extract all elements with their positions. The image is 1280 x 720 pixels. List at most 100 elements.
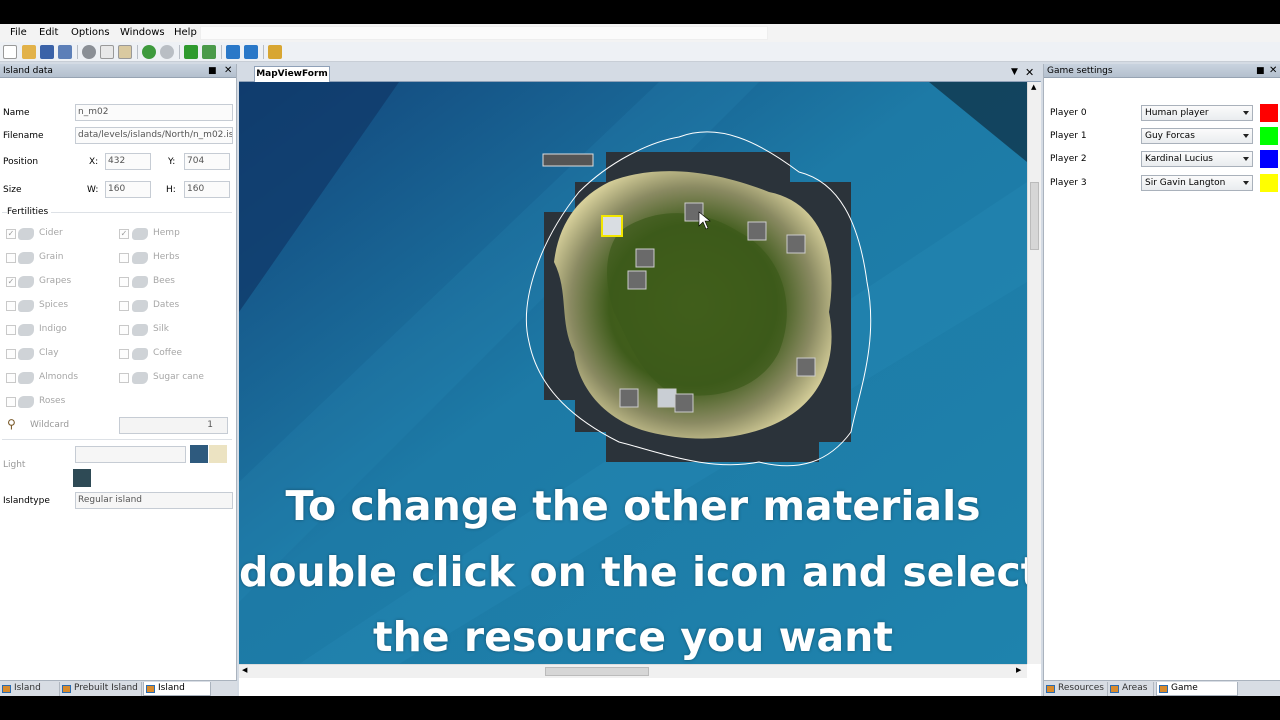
refresh-icon[interactable]	[226, 45, 240, 59]
spices-checkbox[interactable]	[6, 301, 16, 311]
resource-legend-icon[interactable]	[542, 153, 594, 167]
overlay-line-3: the resource you want	[373, 613, 893, 661]
redo-icon[interactable]	[160, 45, 174, 59]
undo-icon[interactable]	[142, 45, 156, 59]
vertical-scroll-thumb[interactable]	[1030, 182, 1039, 250]
dates-checkbox[interactable]	[119, 301, 129, 311]
tab-resources[interactable]: Resources	[1044, 682, 1108, 696]
vertical-scrollbar[interactable]: ▲	[1027, 82, 1041, 664]
close-document-icon[interactable]: ✕	[1025, 66, 1034, 79]
player-1-select[interactable]: Guy Forcas	[1141, 128, 1253, 144]
scroll-up-icon[interactable]: ▲	[1031, 83, 1036, 91]
mine-icon[interactable]	[674, 393, 694, 413]
save-as-icon[interactable]	[58, 45, 72, 59]
menu-edit[interactable]: Edit	[39, 27, 58, 38]
y-field[interactable]: 704	[184, 153, 230, 170]
menu-windows[interactable]: Windows	[120, 27, 165, 38]
cut-icon[interactable]	[82, 45, 96, 59]
light-color-3[interactable]	[73, 469, 91, 487]
mine-icon[interactable]	[786, 234, 806, 254]
w-label: W:	[87, 185, 99, 195]
coffee-checkbox[interactable]	[119, 349, 129, 359]
dropdown-icon[interactable]: ▼	[1011, 67, 1018, 77]
toolbar	[0, 42, 1280, 62]
indigo-checkbox[interactable]	[6, 325, 16, 335]
mine-icon[interactable]	[619, 388, 639, 408]
light-select[interactable]	[75, 446, 186, 463]
tab-prebuilt-island[interactable]: Prebuilt Island	[60, 682, 142, 696]
tab-areas[interactable]: Areas	[1108, 682, 1154, 696]
position-label: Position	[3, 157, 39, 167]
mine-icon[interactable]	[635, 248, 655, 268]
save-icon[interactable]	[40, 45, 54, 59]
bees-checkbox[interactable]	[119, 277, 129, 287]
paste-icon[interactable]	[118, 45, 132, 59]
cider-checkbox[interactable]: ✓	[6, 229, 16, 239]
mine-icon[interactable]	[747, 221, 767, 241]
player-2-color[interactable]	[1260, 150, 1278, 168]
tab-mapviewform[interactable]: MapViewForm	[254, 66, 330, 82]
toolbar-separator	[179, 45, 180, 59]
tab-island-data[interactable]: Island data	[143, 682, 211, 696]
herbs-checkbox[interactable]	[119, 253, 129, 263]
copy-icon[interactable]	[100, 45, 114, 59]
wildcard-stepper[interactable]: 1	[119, 417, 228, 434]
fit-icon[interactable]	[202, 45, 216, 59]
tools-icon[interactable]	[268, 45, 282, 59]
horizontal-scrollbar[interactable]: ◀ ▶	[239, 664, 1027, 678]
player-3-select[interactable]: Sir Gavin Langton	[1141, 175, 1253, 191]
silk-checkbox[interactable]	[119, 325, 129, 335]
player-1-color[interactable]	[1260, 127, 1278, 145]
clay-checkbox[interactable]	[6, 349, 16, 359]
player-0-color[interactable]	[1260, 104, 1278, 122]
map-canvas[interactable]: To change the other materials double cli…	[239, 82, 1027, 664]
toolbar-separator	[263, 45, 264, 59]
pin-icon[interactable]: ■	[208, 64, 217, 78]
close-icon[interactable]: ✕	[224, 64, 232, 78]
sync-icon[interactable]	[244, 45, 258, 59]
mine-icon[interactable]	[627, 270, 647, 290]
w-field[interactable]: 160	[105, 181, 151, 198]
menu-file[interactable]: File	[10, 27, 27, 38]
game-settings-title: Game settings	[1047, 66, 1113, 76]
mine-icon[interactable]	[796, 357, 816, 377]
toolbar-separator	[77, 45, 78, 59]
player-3-value: Sir Gavin Langton	[1145, 178, 1226, 188]
close-icon[interactable]: ✕	[1269, 64, 1277, 78]
sugar-cane-checkbox[interactable]	[119, 373, 129, 383]
toolbar-separator	[221, 45, 222, 59]
horizontal-scroll-thumb[interactable]	[545, 667, 649, 676]
fertilities-label: Fertilities	[7, 207, 52, 217]
filename-field[interactable]: data/levels/islands/North/n_m02.isd	[75, 127, 233, 144]
player-3-label: Player 3	[1050, 178, 1087, 188]
menu-help[interactable]: Help	[174, 27, 197, 38]
name-field[interactable]: n_m02	[75, 104, 233, 121]
tab-island-list[interactable]: Island list	[0, 682, 60, 696]
pin-icon[interactable]: ■	[1256, 64, 1265, 78]
tab-label: Island list	[14, 683, 41, 693]
scroll-left-icon[interactable]: ◀	[242, 666, 247, 674]
tab-game-settings[interactable]: Game settings	[1156, 682, 1238, 696]
add-icon[interactable]	[184, 45, 198, 59]
roses-checkbox[interactable]	[6, 397, 16, 407]
x-field[interactable]: 432	[105, 153, 151, 170]
selected-resource-icon[interactable]	[601, 215, 623, 237]
player-2-select[interactable]: Kardinal Lucius	[1141, 151, 1253, 167]
light-color-1[interactable]	[190, 445, 208, 463]
scroll-right-icon[interactable]: ▶	[1016, 666, 1021, 674]
player-3-color[interactable]	[1260, 174, 1278, 192]
open-folder-icon[interactable]	[22, 45, 36, 59]
menu-options[interactable]: Options	[71, 27, 110, 38]
player-0-select[interactable]: Human player	[1141, 105, 1253, 121]
islandtype-select[interactable]: Regular island	[75, 492, 233, 509]
tab-icon	[146, 685, 155, 693]
chevron-down-icon	[1243, 181, 1249, 185]
light-color-2[interactable]	[209, 445, 227, 463]
new-file-icon[interactable]	[3, 45, 17, 59]
grapes-checkbox[interactable]: ✓	[6, 277, 16, 287]
hemp-checkbox[interactable]: ✓	[119, 229, 129, 239]
mine-icon[interactable]	[657, 388, 677, 408]
h-field[interactable]: 160	[184, 181, 230, 198]
grain-checkbox[interactable]	[6, 253, 16, 263]
almonds-checkbox[interactable]	[6, 373, 16, 383]
